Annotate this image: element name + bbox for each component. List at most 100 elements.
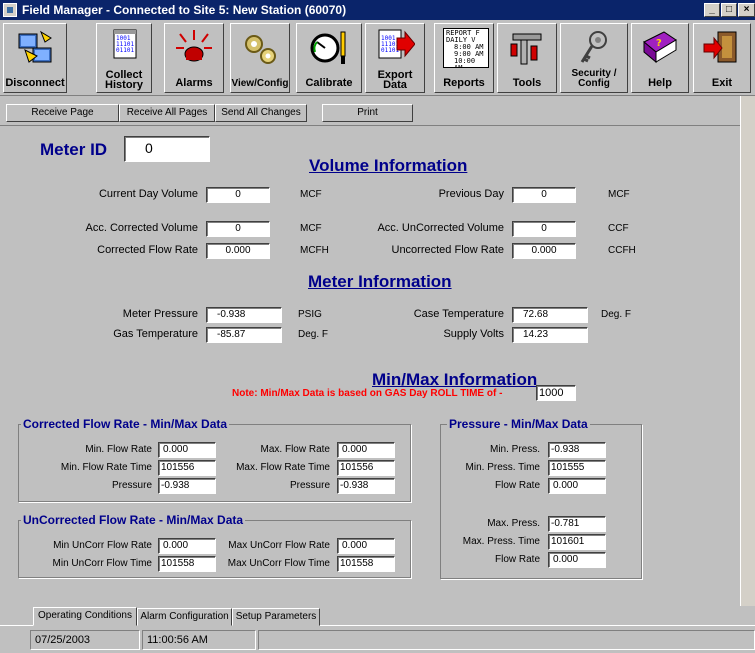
title-bar: Field Manager - Connected to Site 5: New… bbox=[0, 0, 755, 20]
receive-page-label: Receive Page bbox=[31, 107, 94, 118]
svg-text:?: ? bbox=[656, 38, 662, 49]
acc-corrected-volume-field[interactable]: 0 bbox=[206, 221, 270, 237]
reports-label: Reports bbox=[443, 77, 485, 89]
help-button[interactable]: ? Help bbox=[631, 23, 689, 93]
minmax-heading: Min/Max Information bbox=[372, 370, 538, 389]
max-press-time-field[interactable]: 101601 bbox=[548, 534, 606, 550]
alarms-button[interactable]: Alarms bbox=[164, 23, 224, 93]
min-press-flow-rate-field[interactable]: 0.000 bbox=[548, 478, 606, 494]
disconnect-button[interactable]: Disconnect bbox=[3, 23, 67, 93]
tab-operating-conditions[interactable]: Operating Conditions bbox=[33, 607, 137, 626]
tab-alarm-configuration[interactable]: Alarm Configuration bbox=[137, 608, 232, 626]
acc-uncorrected-volume-unit: CCF bbox=[608, 223, 629, 234]
current-day-volume-field[interactable]: 0 bbox=[206, 187, 270, 203]
supply-volts-field[interactable]: 14.23 bbox=[512, 327, 588, 343]
collect-history-icon: 1001 11101 01101 bbox=[113, 29, 137, 59]
min-press-time-field[interactable]: 101555 bbox=[548, 460, 606, 476]
reports-button[interactable]: REPORT F DAILY V 8:00 AM 9:00 AM 10:00 A… bbox=[434, 23, 494, 93]
status-time: 11:00:56 AM bbox=[142, 630, 256, 650]
max-uncorr-flow-time-label: Max UnCorr Flow Time bbox=[227, 558, 330, 569]
min-pressure-field[interactable]: -0.938 bbox=[158, 478, 216, 494]
max-uncorr-flow-rate-field[interactable]: 0.000 bbox=[337, 538, 395, 554]
corrected-flow-rate-unit: MCFH bbox=[300, 245, 329, 256]
min-flow-rate-field[interactable]: 0.000 bbox=[158, 442, 216, 458]
meter-pressure-label: Meter Pressure bbox=[122, 308, 198, 320]
calibrate-button[interactable]: Calibrate bbox=[296, 23, 362, 93]
receive-all-pages-button[interactable]: Receive All Pages bbox=[119, 104, 215, 122]
min-flow-rate-time-field[interactable]: 101556 bbox=[158, 460, 216, 476]
max-press-field[interactable]: -0.781 bbox=[548, 516, 606, 532]
max-press-flow-rate-field[interactable]: 0.000 bbox=[548, 552, 606, 568]
maximize-button[interactable]: □ bbox=[721, 3, 737, 17]
max-flow-rate-time-label: Max. Flow Rate Time bbox=[236, 462, 330, 473]
acc-uncorrected-volume-label: Acc. UnCorrected Volume bbox=[377, 222, 504, 234]
help-book-icon: ? bbox=[643, 31, 677, 64]
max-uncorr-flow-time-field[interactable]: 101558 bbox=[337, 556, 395, 572]
min-uncorr-flow-time-field[interactable]: 101558 bbox=[158, 556, 216, 572]
status-message-panel bbox=[258, 630, 755, 650]
meter-pressure-unit: PSIG bbox=[298, 309, 322, 320]
roll-time-field[interactable]: 1000 bbox=[536, 385, 576, 401]
security-config-button[interactable]: Security / Config bbox=[560, 23, 628, 93]
minimize-button[interactable]: _ bbox=[704, 3, 720, 17]
receive-page-button[interactable]: Receive Page bbox=[6, 104, 119, 122]
min-flow-rate-label: Min. Flow Rate bbox=[85, 444, 152, 455]
operating-conditions-panel: Meter ID 0 Volume Information Current Da… bbox=[0, 126, 740, 606]
collect-history-button[interactable]: 1001 11101 01101 Collect History bbox=[96, 23, 152, 93]
max-pressure-field[interactable]: -0.938 bbox=[337, 478, 395, 494]
meter-id-label: Meter ID bbox=[40, 140, 108, 159]
tools-icon bbox=[510, 33, 542, 65]
supply-volts-label: Supply Volts bbox=[443, 328, 504, 340]
svg-text:01101: 01101 bbox=[116, 47, 134, 54]
print-button[interactable]: Print bbox=[322, 104, 413, 122]
volume-heading: Volume Information bbox=[309, 156, 468, 175]
view-config-button[interactable]: View/Config bbox=[230, 23, 290, 93]
gas-temperature-unit: Deg. F bbox=[298, 329, 329, 340]
case-temperature-label: Case Temperature bbox=[413, 308, 504, 320]
min-press-field[interactable]: -0.938 bbox=[548, 442, 606, 458]
max-flow-rate-field[interactable]: 0.000 bbox=[337, 442, 395, 458]
disconnect-label: Disconnect bbox=[5, 77, 65, 89]
tools-label: Tools bbox=[512, 77, 542, 89]
previous-day-unit: MCF bbox=[608, 189, 630, 200]
max-flow-rate-label: Max. Flow Rate bbox=[260, 444, 330, 455]
meter-id-input[interactable]: 0 bbox=[124, 136, 210, 162]
export-icon: 1001 11101 01101 bbox=[378, 29, 415, 59]
tab-setup-parameters[interactable]: Setup Parameters bbox=[232, 608, 320, 626]
calibrate-label: Calibrate bbox=[305, 77, 353, 89]
exit-button[interactable]: Exit bbox=[693, 23, 751, 93]
exit-door-icon bbox=[703, 31, 737, 63]
close-button[interactable]: × bbox=[738, 3, 755, 17]
gas-temperature-field[interactable]: -85.87 bbox=[206, 327, 282, 343]
min-uncorr-flow-rate-label: Min UnCorr Flow Rate bbox=[53, 540, 152, 551]
corrected-flow-group-title: Corrected Flow Rate - Min/Max Data bbox=[21, 417, 230, 431]
print-label: Print bbox=[357, 107, 378, 118]
command-strip: Receive Page Receive All Pages Send All … bbox=[0, 101, 755, 126]
case-temperature-field[interactable]: 72.68 bbox=[512, 307, 588, 323]
page-tabs: Operating Conditions Alarm Configuration… bbox=[0, 606, 755, 626]
acc-uncorrected-volume-field[interactable]: 0 bbox=[512, 221, 576, 237]
min-uncorr-flow-rate-field[interactable]: 0.000 bbox=[158, 538, 216, 554]
meter-pressure-field[interactable]: -0.938 bbox=[206, 307, 282, 323]
max-flow-rate-time-field[interactable]: 101556 bbox=[337, 460, 395, 476]
export-data-button[interactable]: 1001 11101 01101 Export Data bbox=[365, 23, 425, 93]
max-press-time-label: Max. Press. Time bbox=[462, 536, 540, 547]
max-pressure-label: Pressure bbox=[289, 480, 330, 491]
max-press-flow-rate-label: Flow Rate bbox=[494, 554, 540, 565]
report-preview-line: 10:00 AM bbox=[454, 57, 476, 68]
tools-button[interactable]: Tools bbox=[497, 23, 557, 93]
security-config-label: Security / Config bbox=[571, 68, 617, 89]
uncorrected-flow-rate-field[interactable]: 0.000 bbox=[512, 243, 576, 259]
meter-info-heading: Meter Information bbox=[308, 272, 452, 291]
vertical-scrollbar[interactable] bbox=[740, 96, 755, 606]
corrected-flow-rate-field[interactable]: 0.000 bbox=[206, 243, 270, 259]
send-all-changes-button[interactable]: Send All Changes bbox=[215, 104, 307, 122]
alarms-label: Alarms bbox=[175, 77, 213, 89]
disconnect-icon bbox=[18, 30, 52, 63]
previous-day-field[interactable]: 0 bbox=[512, 187, 576, 203]
current-day-volume-label: Current Day Volume bbox=[98, 188, 198, 200]
min-flow-rate-time-label: Min. Flow Rate Time bbox=[60, 462, 152, 473]
status-date: 07/25/2003 bbox=[30, 630, 140, 650]
acc-corrected-volume-label: Acc. Corrected Volume bbox=[85, 222, 199, 234]
report-icon: REPORT F DAILY V 8:00 AM 9:00 AM 10:00 A… bbox=[443, 28, 489, 68]
